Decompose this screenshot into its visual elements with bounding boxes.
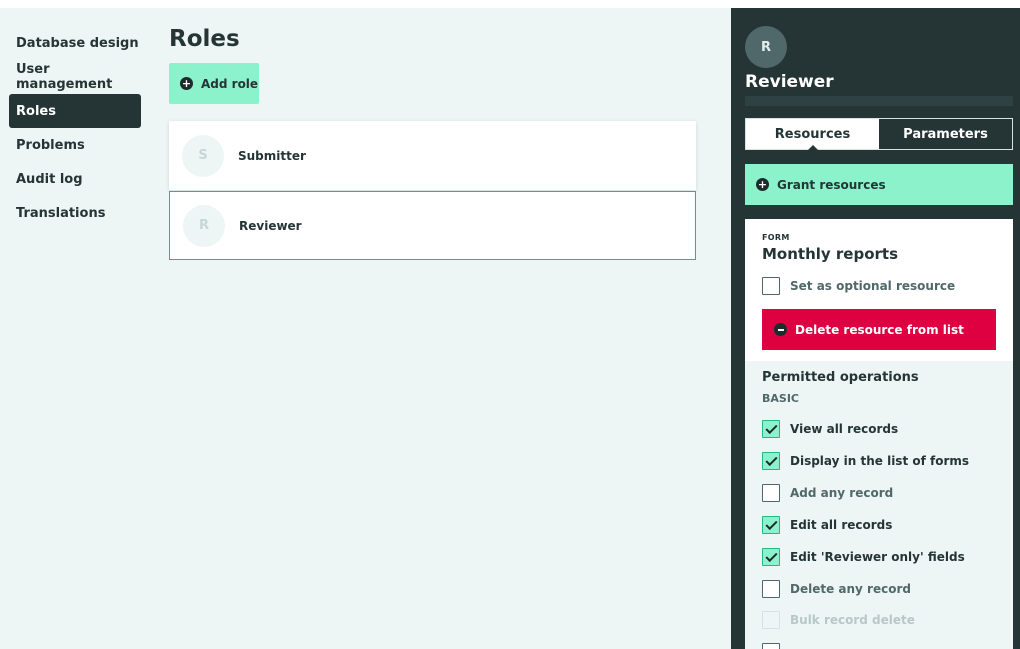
role-card-submitter[interactable]: S Submitter xyxy=(169,121,696,190)
page-title: Roles xyxy=(169,26,240,52)
operation-edit-all-records[interactable]: Edit all records xyxy=(762,516,892,534)
grant-resources-label: Grant resources xyxy=(777,177,886,192)
permitted-operations: Permitted operations BASIC View all reco… xyxy=(745,361,1013,649)
operation-add-any-record[interactable]: Add any record xyxy=(762,484,893,502)
role-detail-panel: R Reviewer Resources Parameters + Grant … xyxy=(731,8,1020,649)
tab-label: Resources xyxy=(774,126,851,142)
resource-kind: FORM xyxy=(762,233,790,242)
sidebar-item-label: Problems xyxy=(16,137,85,153)
tab-parameters[interactable]: Parameters xyxy=(879,119,1012,149)
check-icon xyxy=(764,517,778,530)
operation-checkbox[interactable] xyxy=(762,484,780,502)
operations-title: Permitted operations xyxy=(762,370,919,385)
checkbox-label: Edit all records xyxy=(790,518,893,532)
app-window: Database design User management Roles Pr… xyxy=(0,8,1020,649)
sidebar-item-problems[interactable]: Problems xyxy=(9,128,141,162)
checkbox-label: Bulk record delete xyxy=(790,613,915,627)
operation-checkbox[interactable] xyxy=(762,420,780,438)
sidebar-item-label: Audit log xyxy=(16,171,83,187)
check-icon xyxy=(764,421,778,434)
sidebar-item-user-management[interactable]: User management xyxy=(9,60,141,94)
role-name: Reviewer xyxy=(239,218,302,233)
operation-edit-reviewer-fields[interactable]: Edit 'Reviewer only' fields xyxy=(762,548,965,566)
operation-checkbox[interactable] xyxy=(762,580,780,598)
operation-checkbox[interactable] xyxy=(762,516,780,534)
operation-view-all-records[interactable]: View all records xyxy=(762,420,898,438)
resource-name: Monthly reports xyxy=(762,245,899,263)
checkbox-label: Set as optional resource xyxy=(790,279,956,293)
panel-title: Reviewer xyxy=(745,72,834,92)
sidebar: Database design User management Roles Pr… xyxy=(9,26,141,230)
plus-circle-icon: + xyxy=(180,76,193,90)
operation-checkbox[interactable] xyxy=(762,643,780,649)
checkbox-label: Edit 'Reviewer only' fields xyxy=(790,550,965,564)
minus-circle-icon xyxy=(774,323,787,336)
checkbox-label: Display in the list of forms xyxy=(790,454,970,468)
operation-checkbox[interactable] xyxy=(762,452,780,470)
delete-resource-button[interactable]: Delete resource from list xyxy=(762,309,996,350)
add-role-label: Add role xyxy=(201,76,259,91)
operation-checkbox[interactable] xyxy=(762,548,780,566)
operation-bulk-record-delete: Bulk record delete xyxy=(762,611,915,629)
checkbox-label: Add any record xyxy=(790,486,894,500)
optional-resource-checkbox[interactable] xyxy=(762,277,780,295)
operation-delete-any-record[interactable]: Delete any record xyxy=(762,580,911,598)
caret-up-icon xyxy=(807,145,818,150)
sidebar-item-label: Translations xyxy=(16,205,106,221)
sidebar-item-audit-log[interactable]: Audit log xyxy=(9,162,141,196)
avatar: R xyxy=(745,26,787,68)
check-icon xyxy=(764,549,778,562)
plus-circle-icon: + xyxy=(756,177,769,191)
operation-next-partial[interactable] xyxy=(762,643,780,649)
operation-display-in-list[interactable]: Display in the list of forms xyxy=(762,452,969,470)
sidebar-item-label: Database design xyxy=(16,35,139,51)
delete-resource-label: Delete resource from list xyxy=(795,322,964,337)
sidebar-item-roles[interactable]: Roles xyxy=(9,94,141,128)
grant-resources-button[interactable]: + Grant resources xyxy=(745,164,1013,205)
avatar: R xyxy=(183,204,225,247)
role-card-reviewer[interactable]: R Reviewer xyxy=(169,191,696,260)
panel-divider xyxy=(745,96,1013,106)
checkbox-label: Delete any record xyxy=(790,582,911,596)
check-icon xyxy=(764,453,778,466)
role-name: Submitter xyxy=(238,148,306,163)
sidebar-item-translations[interactable]: Translations xyxy=(9,196,141,230)
resource-card: FORM Monthly reports Set as optional res… xyxy=(745,219,1013,361)
panel-tabs: Resources Parameters xyxy=(745,118,1013,150)
sidebar-item-label: User management xyxy=(16,62,113,92)
add-role-button[interactable]: + Add role xyxy=(169,63,259,104)
operation-checkbox xyxy=(762,611,780,629)
sidebar-item-database-design[interactable]: Database design xyxy=(9,26,141,60)
sidebar-item-label: Roles xyxy=(16,103,56,119)
checkbox-label: View all records xyxy=(790,422,899,436)
optional-resource-toggle[interactable]: Set as optional resource xyxy=(762,277,955,295)
operations-group-label: BASIC xyxy=(762,392,799,405)
tab-resources[interactable]: Resources xyxy=(746,119,879,150)
avatar: S xyxy=(182,134,224,177)
tab-label: Parameters xyxy=(903,126,988,142)
